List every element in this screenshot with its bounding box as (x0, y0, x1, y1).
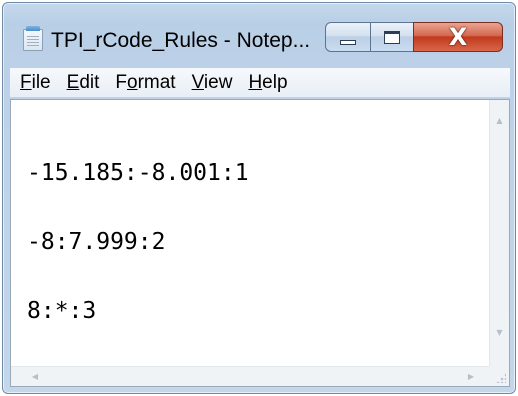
menu-file[interactable]: File (18, 72, 53, 94)
menu-help-mnemonic: H (248, 71, 263, 93)
text-line: -8:7.999:2 (27, 229, 166, 255)
close-icon: X (448, 23, 468, 51)
menu-format-label: rmat (137, 71, 176, 93)
notepad-icon[interactable] (23, 26, 43, 51)
window-title: TPI_rCode_Rules - Notep... (51, 29, 311, 52)
scroll-up-arrow-icon[interactable]: ▲ (490, 110, 509, 130)
text-editor[interactable]: -15.185:-8.001:1 -8:7.999:2 8:*:3 ▲ ▼ ◀ … (10, 99, 510, 387)
menu-format[interactable]: Format (113, 72, 177, 94)
menu-help-label: elp (262, 71, 288, 93)
scroll-left-arrow-icon[interactable]: ◀ (25, 367, 45, 386)
menu-view-label: iew (203, 71, 233, 93)
minimize-button[interactable] (325, 22, 371, 52)
menu-file-mnemonic: F (20, 71, 32, 93)
menu-file-label: ile (31, 71, 51, 93)
scroll-right-arrow-icon[interactable]: ▶ (461, 367, 481, 386)
menu-edit[interactable]: Edit (65, 72, 102, 94)
menu-bar: File Edit Format View Help (10, 68, 510, 98)
menu-edit-mnemonic: E (66, 71, 80, 93)
text-line: -15.185:-8.001:1 (27, 160, 249, 186)
menu-view[interactable]: View (190, 72, 235, 94)
menu-view-mnemonic: V (191, 71, 204, 93)
size-grip-icon[interactable] (489, 366, 509, 386)
vertical-scrollbar[interactable]: ▲ ▼ (489, 100, 509, 366)
title-bar[interactable]: TPI_rCode_Rules - Notep... X (3, 3, 515, 61)
close-button[interactable]: X (413, 22, 503, 52)
horizontal-scrollbar[interactable]: ◀ ▶ (11, 366, 491, 386)
menu-edit-label: dit (79, 71, 100, 93)
menu-help[interactable]: Help (246, 72, 289, 94)
notepad-window: TPI_rCode_Rules - Notep... X File Edit F… (2, 2, 516, 394)
maximize-button[interactable] (370, 22, 414, 52)
minimize-icon (340, 39, 356, 45)
menu-format-mnemonic: o (127, 71, 138, 93)
menu-format-prefix: F (115, 71, 127, 93)
document-text[interactable]: -15.185:-8.001:1 -8:7.999:2 8:*:3 (27, 116, 477, 346)
scroll-down-arrow-icon[interactable]: ▼ (490, 322, 509, 342)
text-line: 8:*:3 (27, 298, 97, 324)
maximize-icon (384, 30, 400, 44)
